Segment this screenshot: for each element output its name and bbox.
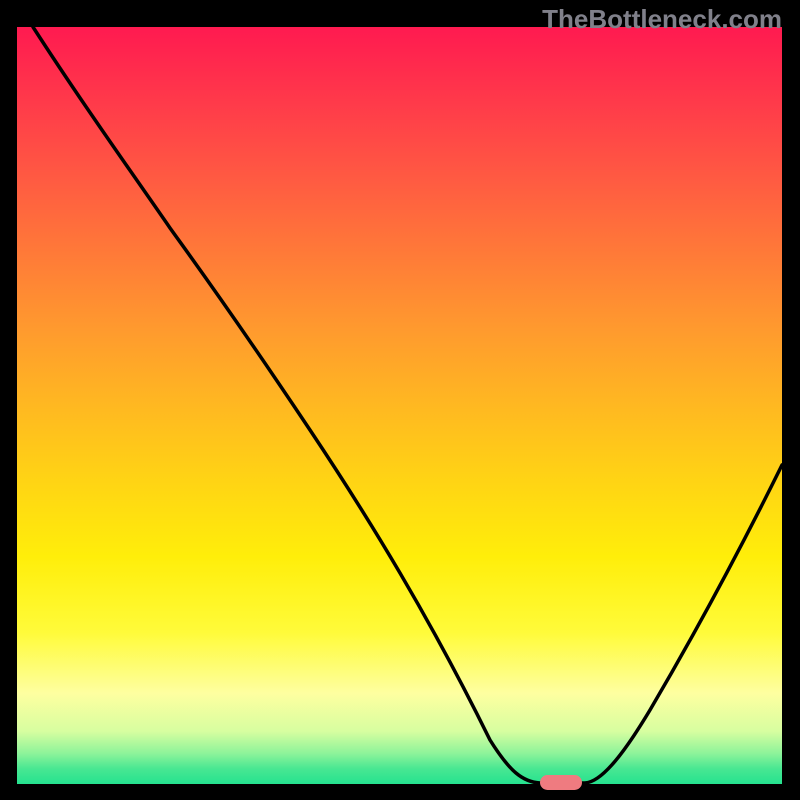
plot-area bbox=[17, 27, 782, 784]
chart-container: TheBottleneck.com bbox=[0, 0, 800, 800]
watermark-text: TheBottleneck.com bbox=[542, 4, 782, 35]
